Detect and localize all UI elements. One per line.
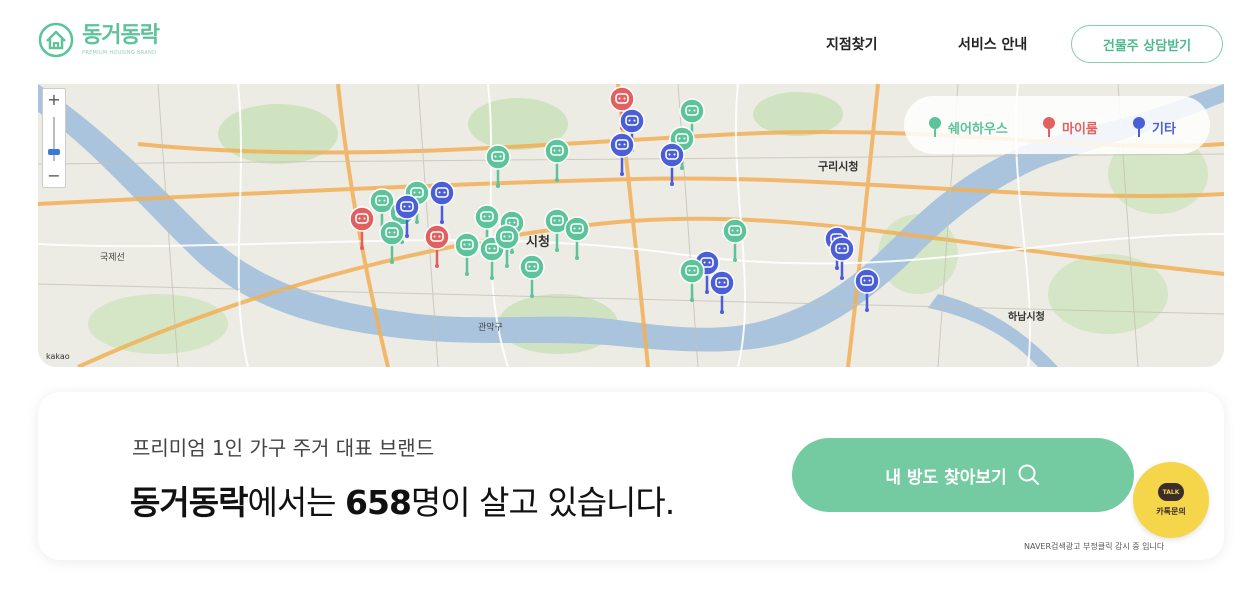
brand-name: 동거동락 (82, 23, 160, 48)
hero-text-1: 에서는 (247, 483, 346, 522)
sharehouse-pin-icon (929, 117, 941, 137)
sharehouse-pin-icon[interactable] (484, 144, 512, 188)
sharehouse-pin-icon[interactable] (543, 138, 571, 182)
legend-sharehouse-label: 쉐어하우스 (948, 121, 1008, 137)
legend-sharehouse[interactable]: 쉐어하우스 (928, 116, 1008, 138)
site-header: 동거동락 PREMIUM HOUSING BRAND 지점찾기 서비스 안내 건… (0, 0, 1256, 84)
hero-headline: 동거동락에서는 658명이 살고 있습니다. (130, 476, 675, 524)
myroom-pin-icon[interactable] (348, 206, 376, 250)
search-icon (1018, 464, 1039, 485)
etc-pin-icon[interactable] (708, 270, 736, 314)
hero-brand: 동거동락 (130, 483, 248, 522)
kakao-talk-button[interactable]: TALK 카톡문의 (1133, 462, 1209, 538)
legend-etc[interactable]: 기타 (1132, 116, 1176, 138)
branch-map[interactable]: 시청 구리시청 하남시청 국제선 관악구 + − kakao 쉐어하우스 마이룸 (38, 84, 1224, 367)
hero-subtitle: 프리미엄 1인 가구 주거 대표 브랜드 (132, 436, 435, 460)
etc-pin-icon[interactable] (658, 142, 686, 186)
nav-service-info[interactable]: 서비스 안내 (958, 34, 1027, 54)
sharehouse-pin-icon[interactable] (518, 254, 546, 298)
map-legend: 쉐어하우스 마이룸 기타 (904, 96, 1210, 154)
etc-pin-icon[interactable] (393, 194, 421, 238)
brand-subtitle: PREMIUM HOUSING BRAND (82, 50, 157, 56)
ad-monitor-note: NAVER검색광고 부정클릭 감시 중 입니다 (1024, 542, 1165, 551)
map-label-gwanak: 관악구 (478, 321, 503, 333)
sharehouse-pin-icon[interactable] (721, 218, 749, 262)
owner-consult-button[interactable]: 건물주 상담받기 (1071, 25, 1223, 63)
hero-text-2: 명이 살고 있습니다. (410, 483, 675, 522)
sharehouse-pin-icon[interactable] (563, 216, 591, 260)
legend-myroom-label: 마이룸 (1062, 121, 1098, 137)
myroom-pin-icon[interactable] (423, 224, 451, 268)
legend-myroom[interactable]: 마이룸 (1042, 116, 1098, 138)
sharehouse-pin-icon[interactable] (493, 224, 521, 268)
brand-logo[interactable]: 동거동락 PREMIUM HOUSING BRAND (38, 22, 160, 58)
map-scale: kakao (46, 352, 70, 361)
sharehouse-pin-icon[interactable] (678, 258, 706, 302)
kakao-talk-icon: TALK (1158, 483, 1184, 501)
etc-pin-icon[interactable] (853, 268, 881, 312)
find-room-button[interactable]: 내 방도 찾아보기 (792, 438, 1134, 512)
map-label-hanam: 하남시청 (1008, 310, 1045, 323)
zoom-out-button[interactable]: − (43, 165, 65, 187)
map-label-guri: 구리시청 (818, 159, 858, 173)
etc-pin-icon[interactable] (828, 236, 856, 280)
resident-count: 658 (345, 483, 412, 522)
etc-pin-icon[interactable] (428, 180, 456, 224)
house-logo-icon (38, 22, 74, 58)
myroom-pin-icon (1043, 117, 1055, 137)
legend-etc-label: 기타 (1152, 121, 1176, 137)
resident-summary-card: 프리미엄 1인 가구 주거 대표 브랜드 동거동락에서는 658명이 살고 있습… (38, 392, 1224, 560)
map-label-intl: 국제선 (100, 252, 125, 263)
kakao-label: 카톡문의 (1156, 507, 1186, 516)
etc-pin-icon[interactable] (608, 132, 636, 176)
zoom-control: + − (42, 88, 66, 188)
zoom-in-button[interactable]: + (43, 89, 65, 111)
find-room-label: 내 방도 찾아보기 (885, 467, 1007, 488)
nav-find-branch[interactable]: 지점찾기 (826, 34, 878, 54)
zoom-slider-handle[interactable] (48, 149, 60, 155)
etc-pin-icon (1133, 117, 1145, 137)
